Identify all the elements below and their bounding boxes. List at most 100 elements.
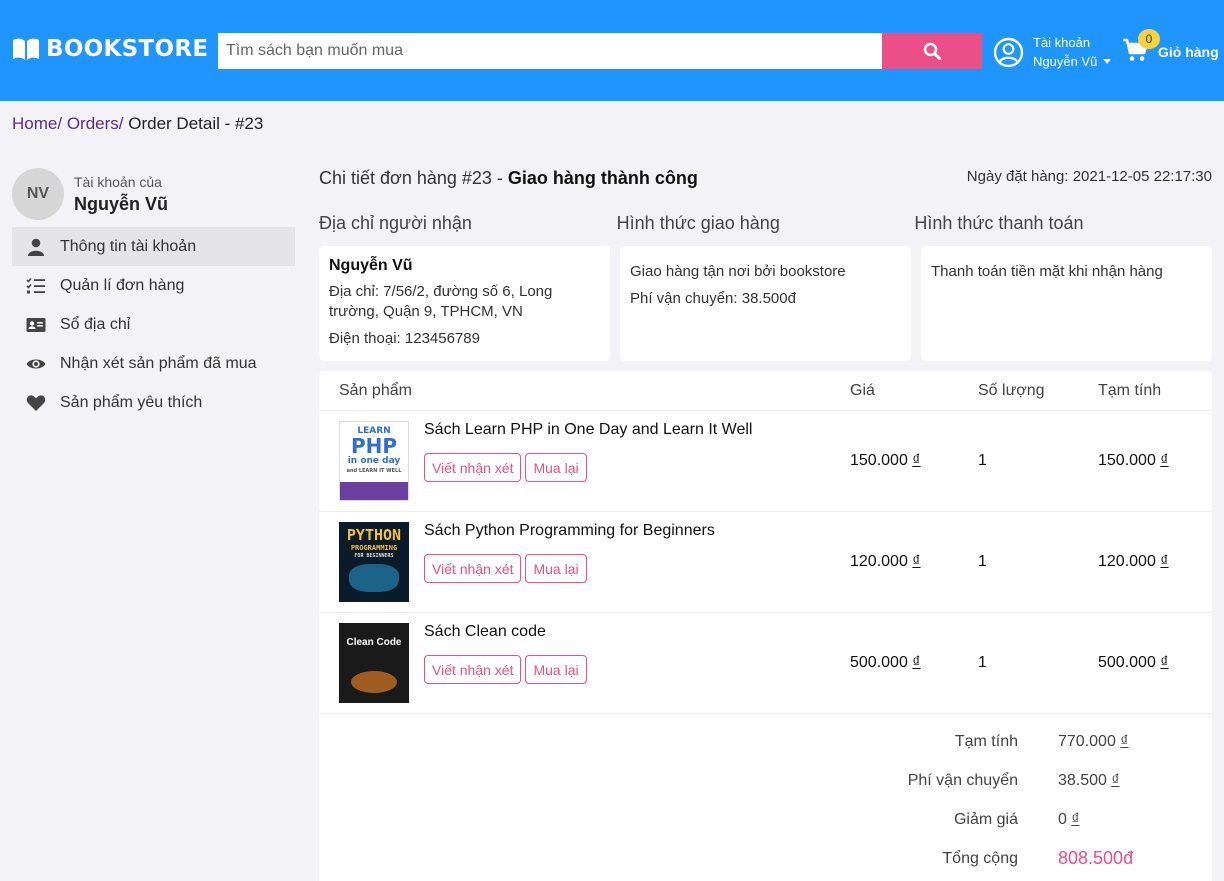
subtotal-value: 150.000 [1098,452,1156,469]
sidebar-item-orders[interactable]: Quản lí đơn hàng [12,266,295,305]
header-qty: Số lượng [978,381,1045,399]
recipient-address: Địa chỉ: 7/56/2, đường số 6, Long trường… [329,283,553,320]
top-header: BOOKSTORE Tài khoản Nguyễn Vũ [0,0,1224,101]
search-input[interactable] [218,33,882,69]
account-name: Nguyễn Vũ [1033,54,1098,69]
address-box: Nguyễn Vũ Địa chỉ: 7/56/2, đường số 6, L… [319,246,610,361]
discount-label: Giảm giá [953,810,1018,828]
eye-icon [26,359,46,368]
book-cover-image[interactable]: Clean Code [339,623,409,703]
sidebar-item-label: Nhận xét sản phẩm đã mua [60,354,257,372]
search-button[interactable] [882,33,982,69]
subtotal-amount-value: 770.000 [1058,732,1116,750]
address-card-icon [26,317,46,332]
order-status: Giao hàng thành công [507,168,698,188]
price-value: 500.000 [850,654,908,671]
account-caption: Tài khoản của [74,173,162,190]
shipping-fee-label: Phí vận chuyển [907,771,1018,789]
subtotal-value: 500.000 [1098,654,1156,671]
sidebar-item-address-book[interactable]: Sổ địa chỉ [12,305,295,344]
product-name[interactable]: Sách Python Programming for Beginners [424,522,715,540]
grand-total-row: Tổng cộng 808.500đ [319,839,1212,878]
table-header: Sản phẩm Giá Số lượng Tạm tính [319,371,1212,411]
user-icon [28,238,44,256]
account-label: Tài khoản [1033,35,1091,50]
shipping-fee: Phí vận chuyển: 38.500đ [630,290,796,307]
subtotal-amount: 770.000 ₫ [1058,733,1212,751]
grand-total-label: Tổng cộng [942,849,1018,867]
payment-section-title: Hình thức thanh toán [914,212,1084,233]
cover-text: and LEARN IT WELL [346,468,402,474]
cart-count-badge: 0 [1138,29,1160,49]
sidebar-item-favorites[interactable]: Sản phẩm yêu thích [12,383,295,422]
search-icon [923,42,941,60]
cover-text: Clean Code [346,637,402,648]
recipient-name: Nguyễn Vũ [329,257,413,274]
avatar: NV [12,168,64,220]
recipient-phone: Điện thoại: 123456789 [329,330,480,347]
currency-symbol: ₫ [1160,654,1169,671]
currency-symbol: ₫ [1160,553,1169,570]
price-cell: 120.000 ₫ [850,512,978,612]
currency-symbol: ₫ [912,654,921,671]
logo-text: BOOKSTORE [46,36,209,62]
sidebar-item-reviews[interactable]: Nhận xét sản phẩm đã mua [12,344,295,383]
account-menu[interactable]: Tài khoản Nguyễn Vũ [993,33,1112,71]
write-review-button[interactable]: Viết nhận xét [424,453,522,482]
write-review-button[interactable]: Viết nhận xét [424,554,522,583]
currency-symbol: ₫ [912,553,921,570]
write-review-button[interactable]: Viết nhận xét [424,655,522,684]
price-cell: 150.000 ₫ [850,411,978,511]
user-summary: NV Tài khoản của Nguyễn Vũ [12,165,295,223]
header-price: Giá [850,381,875,399]
order-title-prefix: Chi tiết đơn hàng #23 - [319,168,508,188]
table-row: LEARN PHP in one day and LEARN IT WELL S… [319,411,1212,512]
discount-value: 0 [1058,810,1067,828]
logo[interactable]: BOOKSTORE [12,36,208,62]
user-circle-icon [993,37,1024,67]
currency-symbol: ₫ [1120,732,1129,750]
rebuy-button[interactable]: Mua lại [525,554,587,583]
payment-box: Thanh toán tiền mặt khi nhận hàng [921,246,1212,361]
subtotal-cell: 500.000 ₫ [1098,613,1212,713]
subtotal-row: Tạm tính 770.000 ₫ [319,722,1212,761]
product-name[interactable]: Sách Clean code [424,623,587,641]
payment-method: Thanh toán tiền mặt khi nhận hàng [931,263,1163,280]
rebuy-button[interactable]: Mua lại [525,453,587,482]
cart-button[interactable]: 0 Giỏ hàng [1122,29,1219,62]
sidebar-item-label: Thông tin tài khoản [60,237,197,255]
order-items-table: Sản phẩm Giá Số lượng Tạm tính LEARN PHP… [319,371,1212,881]
book-cover-image[interactable]: LEARN PHP in one day and LEARN IT WELL [339,421,409,501]
order-detail: Chi tiết đơn hàng #23 - Giao hàng thành … [319,160,1212,881]
currency-symbol: ₫ [912,452,921,469]
sidebar-item-label: Sản phẩm yêu thích [60,393,203,411]
breadcrumb-current: Order Detail - #23 [128,114,264,133]
cart-label: Giỏ hàng [1158,44,1219,60]
currency-symbol: ₫ [1111,771,1120,789]
price-cell: 500.000 ₫ [850,613,978,713]
price-value: 120.000 [850,553,908,570]
header-subtotal: Tạm tính [1098,381,1162,399]
grand-total-amount: 808.500đ [1058,848,1134,868]
order-totals: Tạm tính 770.000 ₫ Phí vận chuyển 38.500… [319,714,1212,881]
breadcrumb-orders[interactable]: Orders/ [67,114,124,133]
cover-art [351,671,397,693]
qty-cell: 1 [978,452,987,469]
shipping-fee-amount: 38.500 ₫ [1058,772,1212,790]
breadcrumb-home[interactable]: Home/ [12,114,62,133]
product-name[interactable]: Sách Learn PHP in One Day and Learn It W… [424,421,752,439]
rebuy-button[interactable]: Mua lại [525,655,587,684]
shipping-section-title: Hình thức giao hàng [616,212,780,233]
sidebar-user-name: Nguyễn Vũ [74,193,169,214]
cover-text: PYTHON [346,526,402,544]
cover-text: FOR BEGINNERS [354,553,394,559]
book-cover-image[interactable]: PYTHON PROGRAMMING FOR BEGINNERS [339,522,409,602]
breadcrumb: Home/ Orders/ Order Detail - #23 [12,114,263,134]
heart-icon [26,394,46,411]
subtotal-value: 120.000 [1098,553,1156,570]
subtotal-cell: 150.000 ₫ [1098,411,1212,511]
cover-band [340,482,408,500]
sidebar-item-account-info[interactable]: Thông tin tài khoản [12,227,295,266]
address-section-title: Địa chỉ người nhận [319,212,472,233]
sidebar-menu: Thông tin tài khoản Quản lí đơn hàng Sổ … [12,227,295,422]
